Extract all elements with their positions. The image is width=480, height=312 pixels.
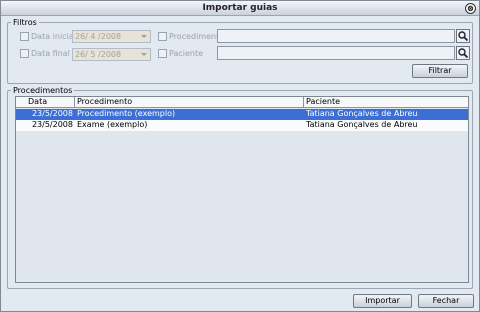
procedure-field[interactable] — [217, 29, 455, 43]
end-date-value: 26/ 5 /2008 — [75, 50, 122, 59]
column-header-patient[interactable]: Paciente — [304, 97, 468, 108]
column-header-procedure[interactable]: Procedimento — [75, 97, 304, 108]
start-date-value: 26/ 4 /2008 — [75, 32, 122, 41]
cell-patient: Tatiana Gonçalves de Abreu — [306, 120, 418, 129]
procedures-table[interactable]: Data Procedimento Paciente 23/5/2008 Pro… — [15, 96, 469, 283]
table-row[interactable]: 23/5/2008 Procedimento (exemplo) Tatiana… — [16, 109, 468, 120]
cell-patient: Tatiana Gonçalves de Abreu — [306, 109, 418, 118]
procedures-legend: Procedimentos — [13, 86, 73, 95]
cell-date: 23/5/2008 — [31, 120, 73, 129]
filters-legend: Filtros — [13, 18, 37, 27]
import-guides-dialog: Importar guias ⊗ Filtros Data inicial 26… — [0, 0, 480, 312]
chevron-down-icon[interactable] — [141, 35, 147, 38]
start-date-checkbox[interactable] — [20, 32, 29, 41]
table-row[interactable]: 23/5/2008 Exame (exemplo) Tatiana Gonçal… — [16, 120, 468, 131]
procedure-search-button[interactable] — [456, 29, 470, 43]
filter-button[interactable]: Filtrar — [412, 64, 468, 78]
search-icon — [458, 48, 469, 59]
end-date-picker[interactable]: 26/ 5 /2008 — [72, 48, 151, 61]
patient-label: Paciente — [169, 49, 204, 58]
chevron-down-icon[interactable] — [141, 53, 147, 56]
end-date-checkbox[interactable] — [20, 49, 29, 58]
window-title: Importar guias — [202, 3, 278, 13]
patient-checkbox[interactable] — [158, 49, 167, 58]
start-date-label: Data inicial — [31, 32, 76, 41]
start-date-picker[interactable]: 26/ 4 /2008 — [72, 30, 151, 43]
title-bar: Importar guias ⊗ — [1, 1, 479, 16]
cell-date: 23/5/2008 — [31, 109, 73, 118]
procedure-checkbox[interactable] — [158, 32, 167, 41]
patient-search-button[interactable] — [456, 46, 470, 60]
column-header-date[interactable]: Data — [26, 97, 75, 108]
close-icon[interactable]: ⊗ — [465, 3, 476, 14]
procedure-label: Procedimento — [169, 32, 225, 41]
close-button[interactable]: Fechar — [418, 294, 474, 308]
end-date-label: Data final — [31, 49, 70, 58]
cell-procedure: Procedimento (exemplo) — [77, 109, 176, 118]
import-button[interactable]: Importar — [353, 294, 412, 308]
table-header: Data Procedimento Paciente — [16, 97, 468, 108]
cell-procedure: Exame (exemplo) — [77, 120, 148, 129]
patient-field[interactable] — [217, 46, 455, 60]
search-icon — [458, 31, 469, 42]
